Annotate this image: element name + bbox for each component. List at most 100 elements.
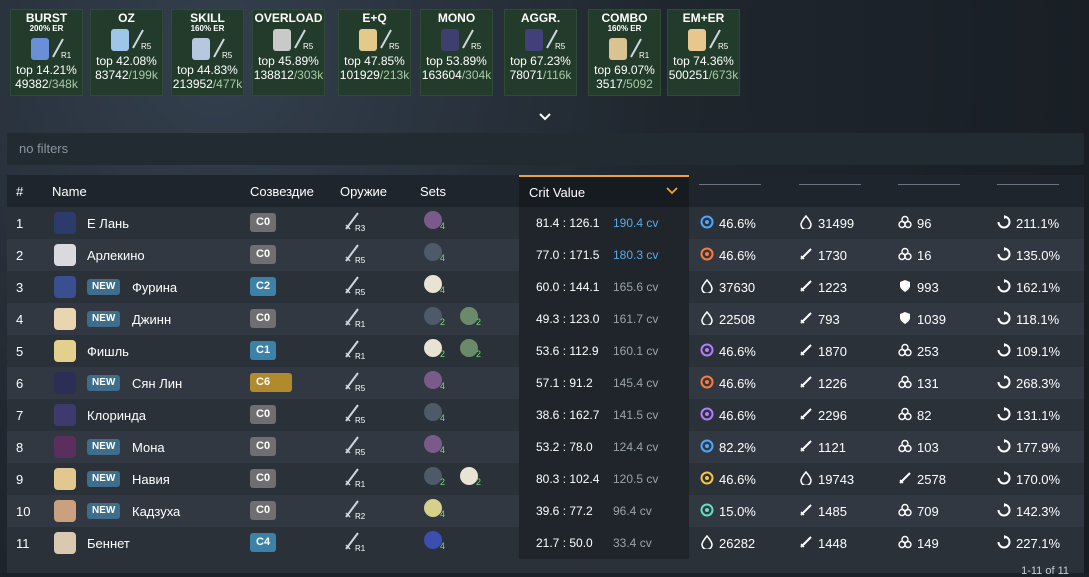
table-row[interactable]: 6 NEW Сян Лин C6 R5 4 57.1 : 91.2 145.4 … [7,367,1084,399]
character-avatar [359,29,377,51]
new-badge: NEW [87,375,121,391]
character-name[interactable]: Джинн [132,312,171,327]
em-icon [898,247,912,261]
sword-icon [799,247,813,261]
crit-value-cell: 81.4 : 126.1 190.4 cv [519,207,689,239]
filter-input[interactable]: no filters [7,133,1084,165]
stat-4-value: 170.0% [1016,472,1061,487]
build-card-5[interactable]: MONO R5 top 53.89% 163604/304k [420,9,493,96]
build-card-6[interactable]: AGGR. R5 top 67.23% 78071/116k [504,9,577,96]
build-rank: 163604/304k [421,68,492,82]
stat-1-value: 22508 [719,312,756,327]
table-row[interactable]: 10 NEW Кадзуха C0 R2 4 39.6 : 77.2 96.4 … [7,495,1084,527]
build-card-2[interactable]: SKILL 160% ER R5 top 44.83% 213952/477k [171,9,244,96]
constellation-badge: C0 [250,469,277,488]
build-title: E+Q [362,11,387,25]
table-row[interactable]: 8 NEW Мона C0 R5 4 53.2 : 78.0 124.4 cv … [7,431,1084,463]
constellation-badge: C0 [250,245,277,264]
stat-2-value: 1226 [818,376,847,391]
stat-2-value: 1870 [818,344,847,359]
character-name[interactable]: Навия [132,472,170,487]
stat-1-value: 82.2% [719,440,756,455]
character-name[interactable]: Арлекино [87,248,145,263]
stat-3-value: 2578 [917,472,946,487]
character-name[interactable]: Кадзуха [132,504,180,519]
crit-ratio: 39.6 : 77.2 [536,504,593,518]
character-avatar [54,500,76,522]
build-icons: R5 [91,26,162,54]
header-crit-value[interactable]: Crit Value [519,175,689,207]
crit-value-cell: 39.6 : 77.2 96.4 cv [519,495,689,527]
table-row[interactable]: 9 NEW Навия C0 R1 2 2 80.3 : 102.4 120.5 … [7,463,1084,495]
build-rank: 138812/303k [253,68,324,82]
new-badge: NEW [87,311,121,327]
crit-value: 161.7 cv [613,312,659,326]
header-constellation[interactable]: Созвездие [250,184,314,199]
constellation-badge: C0 [250,501,277,520]
table-row[interactable]: 4 NEW Джинн C0 R1 2 2 49.3 : 123.0 161.7 … [7,303,1084,335]
header-weapon[interactable]: Оружие [340,184,387,199]
build-card-0[interactable]: BURST 200% ER R1 top 14.21% 49382/348k [10,9,83,96]
character-name[interactable]: Сян Лин [132,376,182,391]
hydro-icon [700,439,714,453]
character-name[interactable]: Фишль [87,344,129,359]
character-avatar [192,38,210,60]
character-name[interactable]: Клоринда [87,408,146,423]
energy-recharge-icon [997,247,1011,261]
build-card-1[interactable]: OZ R5 top 42.08% 83742/199k [90,9,163,96]
results-table: # Name Созвездие Оружие Sets Crit Value … [7,175,1084,573]
character-name[interactable]: Беннет [87,536,130,551]
sword-icon [799,279,813,293]
character-name[interactable]: Е Лань [87,216,129,231]
artifact-set-count: 4 [440,285,446,295]
stat-1-value: 15.0% [719,504,756,519]
stat-3-value: 82 [917,408,932,423]
stat-1-value: 46.6% [719,472,756,487]
crit-value-cell: 57.1 : 91.2 145.4 cv [519,367,689,399]
build-card-4[interactable]: E+Q R5 top 47.85% 101929/213k [338,9,411,96]
em-icon [898,439,912,453]
artifact-set-count: 4 [440,509,446,519]
crit-ratio: 57.1 : 91.2 [536,376,593,390]
header-stat-3[interactable] [898,184,960,185]
header-stat-2[interactable] [799,184,861,185]
header-name[interactable]: Name [52,184,87,199]
table-row[interactable]: 2 Арлекино C0 R5 4 77.0 : 171.5 180.3 cv… [7,239,1084,271]
artifact-set-count: 4 [440,413,446,423]
table-row[interactable]: 7 Клоринда C0 R5 4 38.6 : 162.7 141.5 cv… [7,399,1084,431]
table-row[interactable]: 11 Беннет C4 R1 4 21.7 : 50.0 33.4 cv 26… [7,527,1084,559]
character-avatar [54,308,76,330]
crit-value-cell: 53.2 : 78.0 124.4 cv [519,431,689,463]
character-name[interactable]: Мона [132,440,165,455]
build-subtitle: 160% ER [190,24,225,33]
row-index: 10 [16,504,31,519]
build-card-7[interactable]: COMBO 160% ER R1 top 69.07% 3517/5092 [588,9,661,96]
header-stat-1[interactable] [699,184,761,185]
build-card-8[interactable]: EM+ER R5 top 74.36% 500251/673k [667,9,740,96]
character-avatar [54,404,76,426]
crit-value: 124.4 cv [613,440,659,454]
table-row[interactable]: 3 NEW Фурина C2 R5 4 60.0 : 144.1 165.6 … [7,271,1084,303]
build-card-3[interactable]: OVERLOAD R5 top 45.89% 138812/303k [252,9,325,96]
sword-icon [799,407,813,421]
pyro-icon [700,247,714,261]
energy-recharge-icon [997,215,1011,229]
crit-value: 190.4 cv [613,216,659,230]
chevron-down-icon[interactable] [539,112,551,122]
shield-icon [898,311,912,325]
build-subtitle: 160% ER [607,24,642,33]
artifact-set-count: 2 [440,477,446,487]
header-stat-4[interactable] [997,184,1059,185]
stat-4-value: 227.1% [1016,536,1061,551]
character-name[interactable]: Фурина [132,280,177,295]
build-top-percent: top 42.08% [96,54,157,68]
character-avatar [688,29,706,51]
table-row[interactable]: 5 Фишль C1 R1 2 2 53.6 : 112.9 160.1 cv 4… [7,335,1084,367]
build-icons: R1 [589,35,660,63]
header-sets[interactable]: Sets [420,184,446,199]
header-index[interactable]: # [16,184,23,199]
build-rank: 83742/199k [95,68,158,82]
table-row[interactable]: 1 Е Лань C0 R3 4 81.4 : 126.1 190.4 cv 4… [7,207,1084,239]
build-top-percent: top 69.07% [594,63,655,77]
character-avatar [273,29,291,51]
